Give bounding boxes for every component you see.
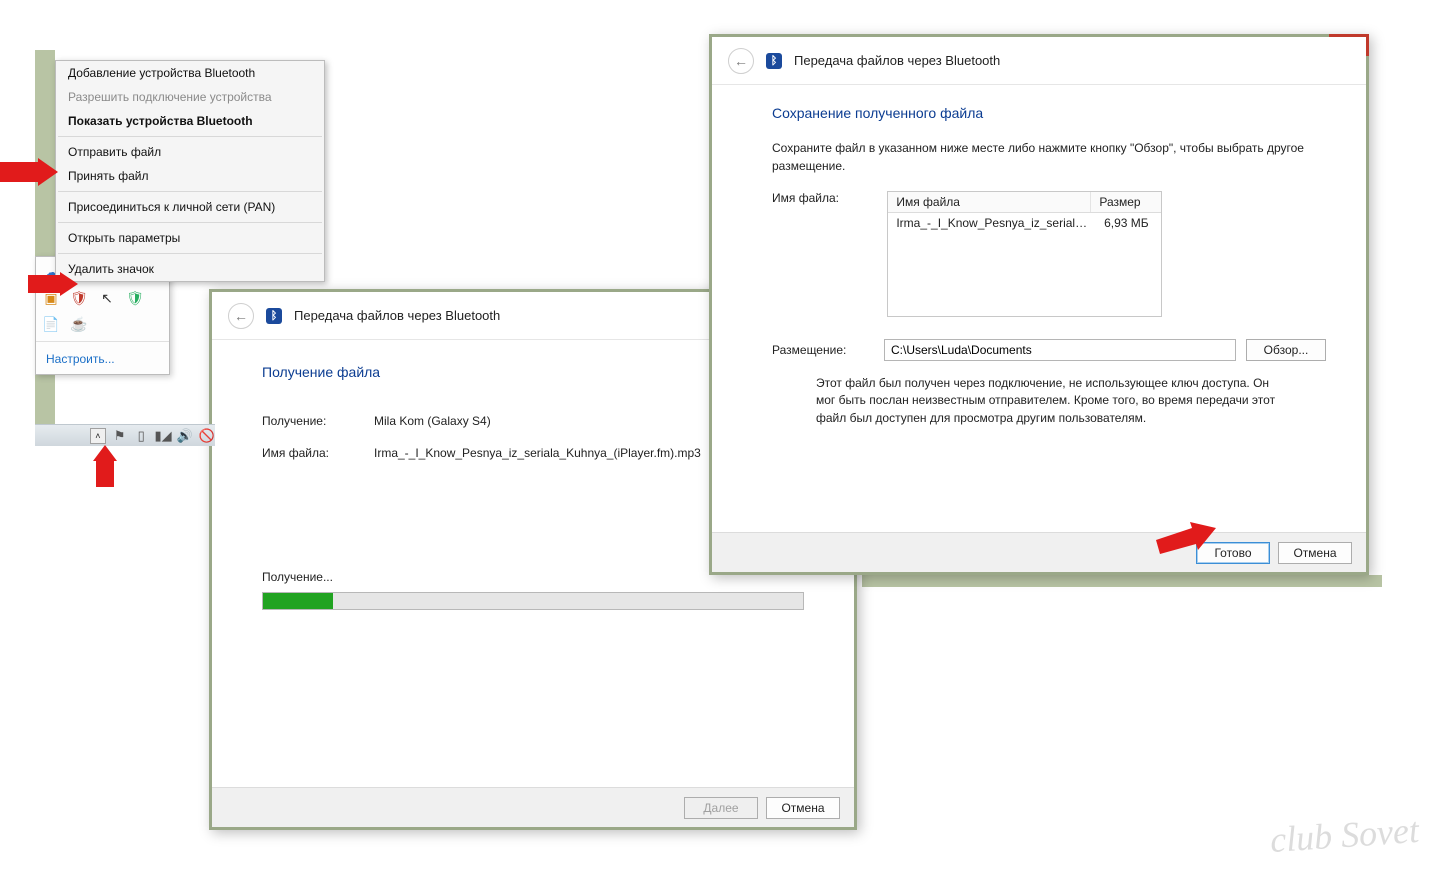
location-input[interactable] [884, 339, 1236, 361]
menu-item-allow-connection: Разрешить подключение устройства [56, 85, 324, 109]
filename-label: Имя файла: [262, 446, 374, 460]
menu-separator [58, 136, 322, 137]
window-footer: Готово Отмена [712, 532, 1366, 572]
menu-separator [58, 253, 322, 254]
bluetooth-context-menu: Добавление устройства Bluetooth Разрешит… [55, 60, 325, 282]
menu-item-remove-icon[interactable]: Удалить значок [56, 257, 324, 281]
menu-separator [58, 191, 322, 192]
menu-item-send-file[interactable]: Отправить файл [56, 140, 324, 164]
file-list-row[interactable]: Irma_-_I_Know_Pesnya_iz_seriala_K... 6,9… [888, 213, 1161, 233]
desktop-background-strip [35, 50, 55, 445]
file-list: Имя файла Размер Irma_-_I_Know_Pesnya_iz… [887, 191, 1162, 317]
browse-button[interactable]: Обзор... [1246, 339, 1326, 361]
back-button[interactable]: ← [228, 303, 254, 329]
taskbar-battery-icon[interactable]: ▯ [133, 428, 149, 444]
bluetooth-icon: ᛒ [266, 308, 282, 324]
taskbar-blocked-icon[interactable]: 🚫 [199, 428, 215, 444]
from-value: Mila Kom (Galaxy S4) [374, 414, 491, 428]
taskbar-volume-icon[interactable]: 🔊 [177, 428, 193, 444]
progress-bar [262, 592, 804, 610]
filename-label: Имя файла: [772, 191, 884, 205]
cancel-button[interactable]: Отмена [766, 797, 840, 819]
tray-overflow-button[interactable]: ˄ [90, 428, 106, 444]
annotation-arrow [0, 158, 60, 186]
menu-separator [58, 222, 322, 223]
tray-java-icon[interactable]: ☕ [70, 315, 88, 333]
progress-fill [263, 593, 333, 609]
bluetooth-icon: ᛒ [766, 53, 782, 69]
window-header: ← ᛒ Передача файлов через Bluetooth [712, 37, 1366, 85]
watermark: club Sovet [1269, 809, 1421, 861]
menu-item-open-settings[interactable]: Открыть параметры [56, 226, 324, 250]
taskbar-network-icon[interactable]: ▮◢ [155, 428, 171, 444]
tray-divider [36, 341, 169, 342]
window-title: Передача файлов через Bluetooth [794, 53, 1000, 68]
menu-item-receive-file[interactable]: Принять файл [56, 164, 324, 188]
tray-customize-link[interactable]: Настроить... [42, 346, 163, 368]
annotation-arrow [1156, 516, 1216, 554]
annotation-arrow [28, 272, 80, 296]
tray-green-shield-icon[interactable]: 🛡 [126, 289, 144, 307]
back-button[interactable]: ← [728, 48, 754, 74]
column-size[interactable]: Размер [1091, 192, 1161, 212]
tray-note-icon[interactable]: 📄 [42, 315, 60, 333]
window-footer: Далее Отмена [212, 787, 854, 827]
cell-filename: Irma_-_I_Know_Pesnya_iz_seriala_K... [888, 213, 1096, 233]
location-label: Размещение: [772, 343, 884, 357]
taskbar-flag-icon[interactable]: ⚑ [112, 428, 128, 444]
menu-item-add-device[interactable]: Добавление устройства Bluetooth [56, 61, 324, 85]
filename-value: Irma_-_I_Know_Pesnya_iz_seriala_Kuhnya_(… [374, 446, 701, 460]
tray-pointer-icon[interactable]: ↖ [98, 289, 116, 307]
section-heading: Сохранение полученного файла [772, 105, 1326, 121]
desktop-background-strip [862, 575, 1382, 587]
instruction-text: Сохраните файл в указанном ниже месте ли… [772, 139, 1326, 175]
cell-filesize: 6,93 МБ [1096, 213, 1161, 233]
from-label: Получение: [262, 414, 374, 428]
next-button: Далее [684, 797, 758, 819]
taskbar: ˄ ⚑ ▯ ▮◢ 🔊 🚫 [35, 424, 215, 446]
annotation-arrow [93, 445, 117, 487]
window-title: Передача файлов через Bluetooth [294, 308, 500, 323]
cancel-button[interactable]: Отмена [1278, 542, 1352, 564]
file-list-header: Имя файла Размер [888, 192, 1161, 213]
column-name[interactable]: Имя файла [888, 192, 1091, 212]
menu-item-show-devices[interactable]: Показать устройства Bluetooth [56, 109, 324, 133]
security-warning-text: Этот файл был получен через подключение,… [816, 375, 1276, 427]
menu-item-join-pan[interactable]: Присоединиться к личной сети (PAN) [56, 195, 324, 219]
bluetooth-save-window: ✕ ← ᛒ Передача файлов через Bluetooth Со… [709, 34, 1369, 575]
